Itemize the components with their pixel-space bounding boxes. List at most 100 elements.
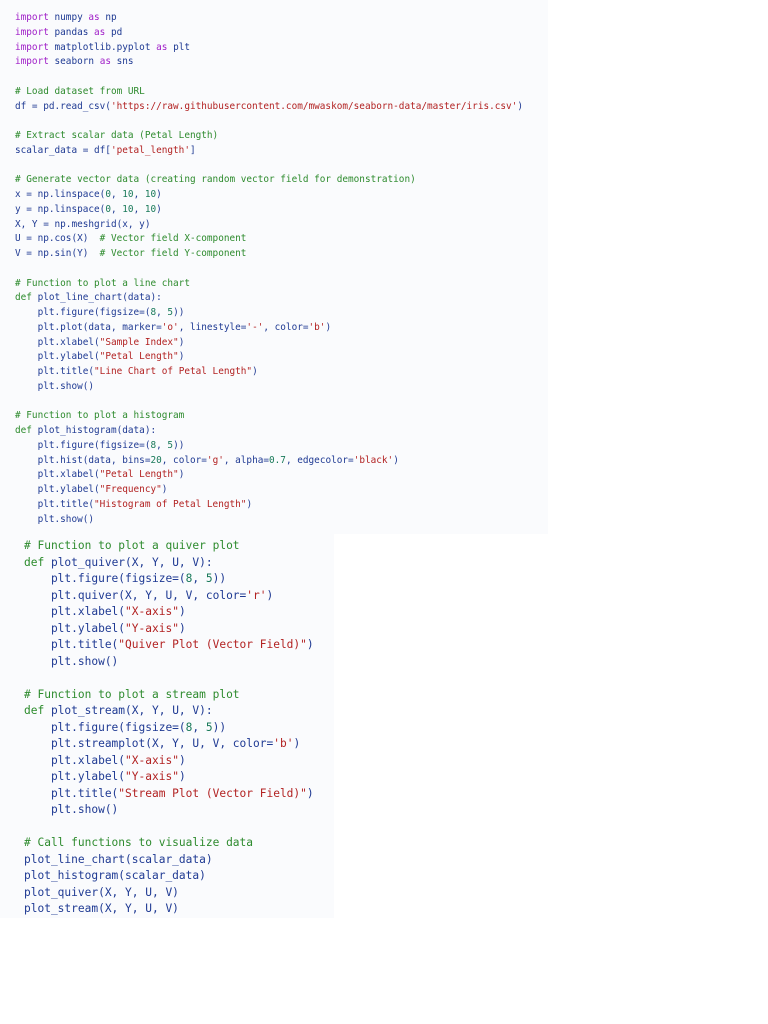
code-token: )) bbox=[173, 307, 185, 318]
string-token: 'b' bbox=[273, 737, 294, 750]
code-token: ) bbox=[178, 770, 186, 783]
code-token: ) bbox=[306, 638, 314, 651]
code-line: plt.xlabel("Petal Length") bbox=[15, 468, 523, 483]
number-token: 0.7 bbox=[269, 454, 286, 466]
code-token: ) bbox=[246, 498, 253, 510]
code-token: , alpha= bbox=[223, 454, 270, 466]
code-token: plt.quiver(X, Y, U, V, color= bbox=[24, 588, 247, 602]
code-token: plt.show() bbox=[24, 654, 119, 668]
code-line: plt.hist(data, bins=20, color='g', alpha… bbox=[15, 454, 523, 469]
code-token: plot_quiver(X, Y, U, V) bbox=[24, 885, 179, 899]
code-token: ) bbox=[266, 588, 274, 602]
string-token: "Y-axis" bbox=[125, 621, 179, 635]
string-token: "X-axis" bbox=[125, 753, 179, 767]
def-keyword-token: def bbox=[24, 704, 45, 717]
code-token: plt.plot(data, marker= bbox=[15, 321, 162, 333]
code-line: plt.show() bbox=[24, 654, 314, 671]
code-token: ) bbox=[178, 621, 186, 635]
code-token: plot_quiver(X, Y, U, V): bbox=[44, 555, 213, 569]
code-token: pd bbox=[105, 26, 123, 38]
code-token: plt.show() bbox=[24, 803, 119, 816]
code-token: ) bbox=[325, 321, 332, 333]
code-token: plot_line_chart(data): bbox=[31, 292, 162, 304]
code-token: numpy bbox=[48, 12, 89, 23]
code-token: , color= bbox=[161, 454, 207, 466]
string-token: 'g' bbox=[206, 454, 224, 466]
code-token: matplotlib.pyplot bbox=[48, 41, 157, 53]
code-token: , color= bbox=[263, 321, 309, 333]
code-token: plot_histogram(scalar_data) bbox=[24, 869, 206, 882]
code-token: plt.streamplot(X, Y, U, V, color= bbox=[24, 737, 274, 750]
string-token: "Stream Plot (Vector Field)" bbox=[118, 786, 307, 800]
code-line: plt.quiver(X, Y, U, V, color='r') bbox=[24, 588, 314, 605]
string-token: "X-axis" bbox=[125, 605, 179, 618]
keyword-token: as bbox=[156, 41, 168, 53]
code-line: plt.title("Quiver Plot (Vector Field)") bbox=[24, 637, 314, 654]
keyword-token: as bbox=[88, 12, 100, 23]
code-token: , bbox=[192, 572, 206, 585]
code-token: , bbox=[192, 720, 206, 734]
code-token: ) bbox=[252, 366, 258, 377]
comment-token: # Function to plot a histogram bbox=[15, 410, 185, 422]
code-line: plot_line_chart(scalar_data) bbox=[24, 852, 314, 869]
code-line: plot_stream(X, Y, U, V) bbox=[24, 901, 314, 918]
comment-token: # Call functions to visualize data bbox=[24, 836, 254, 849]
code-line: y = np.linspace(0, 10, 10) bbox=[15, 203, 523, 218]
code-token: ) bbox=[306, 786, 314, 800]
code-line: plt.xlabel("X-axis") bbox=[24, 604, 314, 621]
code-token: , bbox=[133, 189, 145, 200]
number-token: 10 bbox=[144, 189, 157, 200]
code-line: plt.title("Line Chart of Petal Length") bbox=[15, 365, 523, 380]
code-token: , bbox=[110, 189, 123, 200]
def-keyword-token: def bbox=[15, 292, 32, 304]
code-line: import seaborn as sns bbox=[15, 55, 523, 70]
code-token: , bbox=[110, 203, 123, 215]
code-token: ) bbox=[178, 336, 185, 348]
code-token: , bbox=[156, 439, 168, 451]
code-line: U = np.cos(X) # Vector field X-component bbox=[15, 232, 523, 247]
code-token: ) bbox=[156, 203, 162, 215]
code-line: plt.ylabel("Y-axis") bbox=[24, 769, 314, 786]
code-line: plt.ylabel("Frequency") bbox=[15, 483, 523, 498]
string-token: 'https://raw.githubusercontent.com/mwask… bbox=[110, 100, 518, 112]
code-token: plt bbox=[167, 41, 190, 53]
code-line: plt.ylabel("Y-axis") bbox=[24, 621, 314, 638]
string-token: "Histogram of Petal Length" bbox=[94, 498, 247, 510]
code-line: def plot_quiver(X, Y, U, V): bbox=[24, 555, 314, 572]
number-token: 5 bbox=[205, 572, 213, 585]
code-token: , bbox=[133, 203, 145, 215]
code-token: y = np.linspace( bbox=[15, 203, 106, 215]
code-token: plt.ylabel( bbox=[24, 621, 126, 635]
code-token: plt.hist(data, bins= bbox=[15, 454, 151, 466]
string-token: 'b' bbox=[308, 321, 326, 333]
code-line: x = np.linspace(0, 10, 10) bbox=[15, 188, 523, 203]
code-token: ) bbox=[156, 189, 162, 200]
code-token: )) bbox=[212, 720, 227, 734]
code-line: plt.ylabel("Petal Length") bbox=[15, 350, 523, 365]
code-line: # Function to plot a quiver plot bbox=[24, 538, 314, 555]
string-token: 'black' bbox=[353, 454, 394, 466]
code-token: ) bbox=[178, 469, 185, 481]
string-token: "Quiver Plot (Vector Field)" bbox=[118, 638, 307, 651]
code-token: , bbox=[156, 307, 168, 318]
code-token: ) bbox=[161, 484, 168, 495]
code-token: plt.xlabel( bbox=[15, 336, 100, 348]
keyword-token: as bbox=[99, 56, 111, 68]
code-line: import matplotlib.pyplot as plt bbox=[15, 41, 523, 56]
comment-token: # Vector field X-component bbox=[99, 233, 247, 245]
code-line: plt.figure(figsize=(8, 5)) bbox=[15, 306, 523, 321]
comment-token: # Function to plot a line chart bbox=[15, 277, 190, 289]
comment-token: # Extract scalar data (Petal Length) bbox=[15, 130, 219, 141]
code-line: # Load dataset from URL bbox=[15, 85, 523, 100]
code-token: plt.ylabel( bbox=[15, 484, 100, 495]
string-token: 'petal_length' bbox=[110, 144, 190, 156]
code-token: np bbox=[99, 12, 117, 23]
code-token: plot_histogram(data): bbox=[31, 425, 157, 436]
def-keyword-token: def bbox=[15, 425, 32, 436]
code-line: plot_quiver(X, Y, U, V) bbox=[24, 885, 314, 902]
